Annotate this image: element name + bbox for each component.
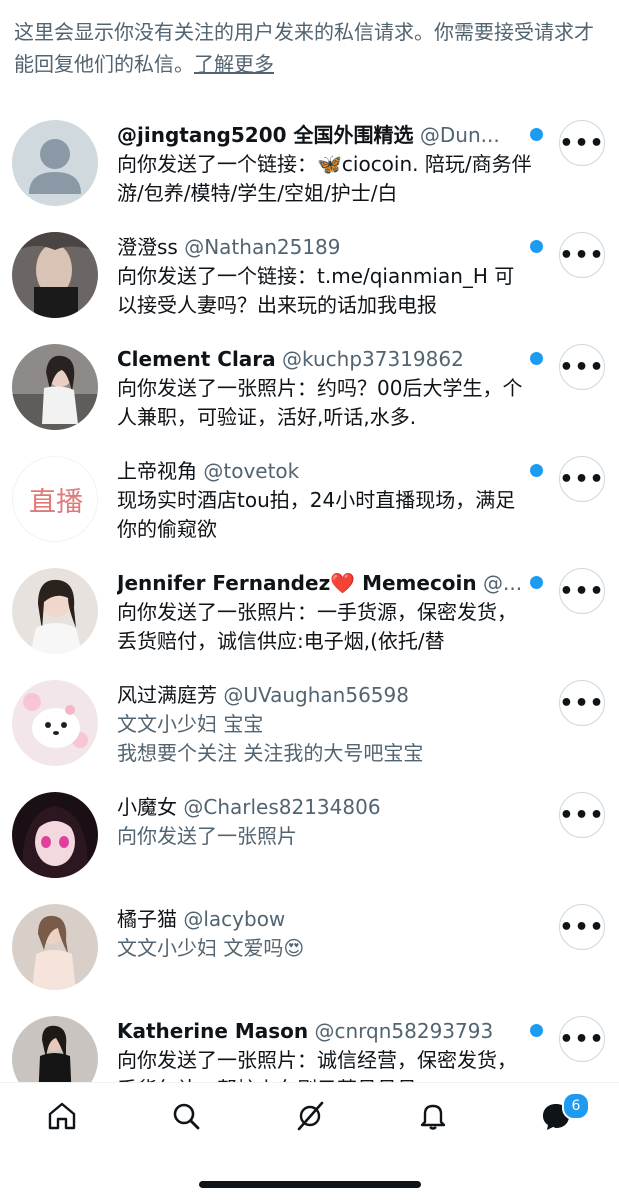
unread-dot xyxy=(530,352,543,365)
sender-name: 上帝视角 xyxy=(117,459,197,483)
request-row[interactable]: Katherine Mason @cnrqn58293793 向你发送了一张照片… xyxy=(0,1016,619,1082)
sender-name: 小魔女 xyxy=(117,795,177,819)
unread-dot xyxy=(530,576,543,589)
more-dots-icon: ••• xyxy=(559,242,605,268)
notifications-tab[interactable] xyxy=(413,1096,453,1136)
photo-avatar-icon xyxy=(12,232,98,318)
request-row[interactable]: 直播 上帝视角 @tovetok 现场实时酒店tou拍，24小时直播现场，满足你… xyxy=(0,456,619,568)
request-row[interactable]: @jingtang5200 全国外围精选 @Dun... 向你发送了一个链接：🦋… xyxy=(0,120,619,232)
dog-avatar-icon xyxy=(12,680,98,766)
request-row[interactable]: 橘子猫 @lacybow 文文小少妇 文爱吗😍 ••• xyxy=(0,904,619,1016)
learn-more-link[interactable]: 了解更多 xyxy=(194,52,274,76)
zhibo-logo-icon: 直播 xyxy=(13,457,97,541)
more-button[interactable]: ••• xyxy=(559,120,605,166)
message-preview: 向你发送了一张照片：诚信经营，保密发货，丢货包补，帮忙上车刷弓莱号号号 xyxy=(117,1048,517,1082)
unread-dot xyxy=(530,240,543,253)
avatar[interactable] xyxy=(12,904,98,990)
more-dots-icon: ••• xyxy=(559,354,605,380)
message-preview: 向你发送了一张照片：约吗？00后大学生，个人兼职，可验证，活好,听话,水多. xyxy=(117,376,523,429)
search-tab[interactable] xyxy=(166,1096,206,1136)
sender-name: Jennifer Fernandez❤️ Memecoin xyxy=(117,571,477,595)
sender-handle: @Charles82134806 xyxy=(183,795,381,819)
sender-handle: @... xyxy=(483,571,523,595)
sender-name: @jingtang5200 全国外围精选 xyxy=(117,123,414,147)
sender-handle: @lacybow xyxy=(183,907,286,931)
requests-intro: 这里会显示你没有关注的用户发来的私信请求。你需要接受请求才能回复他们的私信。了解… xyxy=(14,16,604,80)
message-preview: 文文小少妇 宝宝 我想要个关注 关注我的大号吧宝宝 xyxy=(117,712,424,765)
photo-avatar-icon xyxy=(12,1016,98,1082)
sender-name: 橘子猫 xyxy=(117,907,177,931)
grok-tab[interactable] xyxy=(290,1096,330,1136)
home-indicator xyxy=(199,1181,421,1188)
more-button[interactable]: ••• xyxy=(559,792,605,838)
sender-handle: @Nathan25189 xyxy=(184,235,341,259)
message-preview: 文文小少妇 文爱吗😍 xyxy=(117,936,305,960)
more-button[interactable]: ••• xyxy=(559,232,605,278)
grok-icon xyxy=(297,1101,324,1131)
more-dots-icon: ••• xyxy=(559,690,605,716)
more-dots-icon: ••• xyxy=(559,914,605,940)
default-avatar-icon xyxy=(12,120,98,206)
message-preview: 向你发送了一个链接：🦋ciocoin. 陪玩/商务伴游/包养/模特/学生/空姐/… xyxy=(117,152,532,205)
more-button[interactable]: ••• xyxy=(559,344,605,390)
photo-avatar-icon xyxy=(12,904,98,990)
sender-name: Katherine Mason xyxy=(117,1019,309,1043)
sender-handle: @Dun... xyxy=(419,123,500,147)
more-dots-icon: ••• xyxy=(559,1026,605,1052)
more-dots-icon: ••• xyxy=(559,130,605,156)
request-row[interactable]: Clement Clara @kuchp37319862 向你发送了一张照片：约… xyxy=(0,344,619,456)
more-dots-icon: ••• xyxy=(559,466,605,492)
photo-avatar-icon xyxy=(12,568,98,654)
more-dots-icon: ••• xyxy=(559,578,605,604)
photo-avatar-icon xyxy=(12,344,98,430)
sender-handle: @UVaughan56598 xyxy=(223,683,409,707)
avatar[interactable] xyxy=(12,1016,98,1082)
message-requests-list: @jingtang5200 全国外围精选 @Dun... 向你发送了一个链接：🦋… xyxy=(0,120,619,1082)
request-row[interactable]: 风过满庭芳 @UVaughan56598 文文小少妇 宝宝 我想要个关注 关注我… xyxy=(0,680,619,792)
avatar[interactable] xyxy=(12,792,98,878)
avatar[interactable] xyxy=(12,568,98,654)
sender-name: 风过满庭芳 xyxy=(117,683,217,707)
avatar[interactable] xyxy=(12,680,98,766)
request-row[interactable]: Jennifer Fernandez❤️ Memecoin @... 向你发送了… xyxy=(0,568,619,680)
unread-dot xyxy=(530,128,543,141)
avatar[interactable]: 直播 xyxy=(12,456,98,542)
unread-dot xyxy=(530,1024,543,1037)
message-preview: 向你发送了一张照片：一手货源，保密发货，丢货赔付，诚信供应:电子烟,(依托/替 xyxy=(117,600,517,653)
sender-handle: @tovetok xyxy=(203,459,300,483)
search-icon xyxy=(173,1103,200,1130)
unread-dot xyxy=(530,464,543,477)
zhibo-logo-text: 直播 xyxy=(29,487,83,518)
sender-handle: @kuchp37319862 xyxy=(282,347,464,371)
sender-handle: @cnrqn58293793 xyxy=(314,1019,494,1043)
avatar[interactable] xyxy=(12,344,98,430)
more-button[interactable]: ••• xyxy=(559,568,605,614)
sender-name: Clement Clara xyxy=(117,347,276,371)
more-button[interactable]: ••• xyxy=(559,456,605,502)
request-row[interactable]: 小魔女 @Charles82134806 向你发送了一张照片 ••• xyxy=(0,792,619,904)
more-button[interactable]: ••• xyxy=(559,1016,605,1062)
messages-badge: 6 xyxy=(562,1092,590,1120)
intro-text: 这里会显示你没有关注的用户发来的私信请求。你需要接受请求才能回复他们的私信。 xyxy=(14,20,594,76)
request-row[interactable]: 澄澄ss @Nathan25189 向你发送了一个链接：t.me/qianmia… xyxy=(0,232,619,344)
more-button[interactable]: ••• xyxy=(559,904,605,950)
message-preview: 向你发送了一张照片 xyxy=(117,824,297,848)
home-icon xyxy=(48,1102,76,1130)
avatar[interactable] xyxy=(12,120,98,206)
sender-name: 澄澄ss xyxy=(117,235,178,259)
avatar[interactable] xyxy=(12,232,98,318)
home-tab[interactable] xyxy=(42,1096,82,1136)
more-button[interactable]: ••• xyxy=(559,680,605,726)
message-preview: 现场实时酒店tou拍，24小时直播现场，满足你的偷窥欲 xyxy=(117,488,516,541)
anime-avatar-icon xyxy=(12,792,98,878)
bell-icon xyxy=(420,1104,446,1130)
more-dots-icon: ••• xyxy=(559,802,605,828)
message-preview: 向你发送了一个链接：t.me/qianmian_H 可以接受人妻吗？出来玩的话加… xyxy=(117,264,515,317)
